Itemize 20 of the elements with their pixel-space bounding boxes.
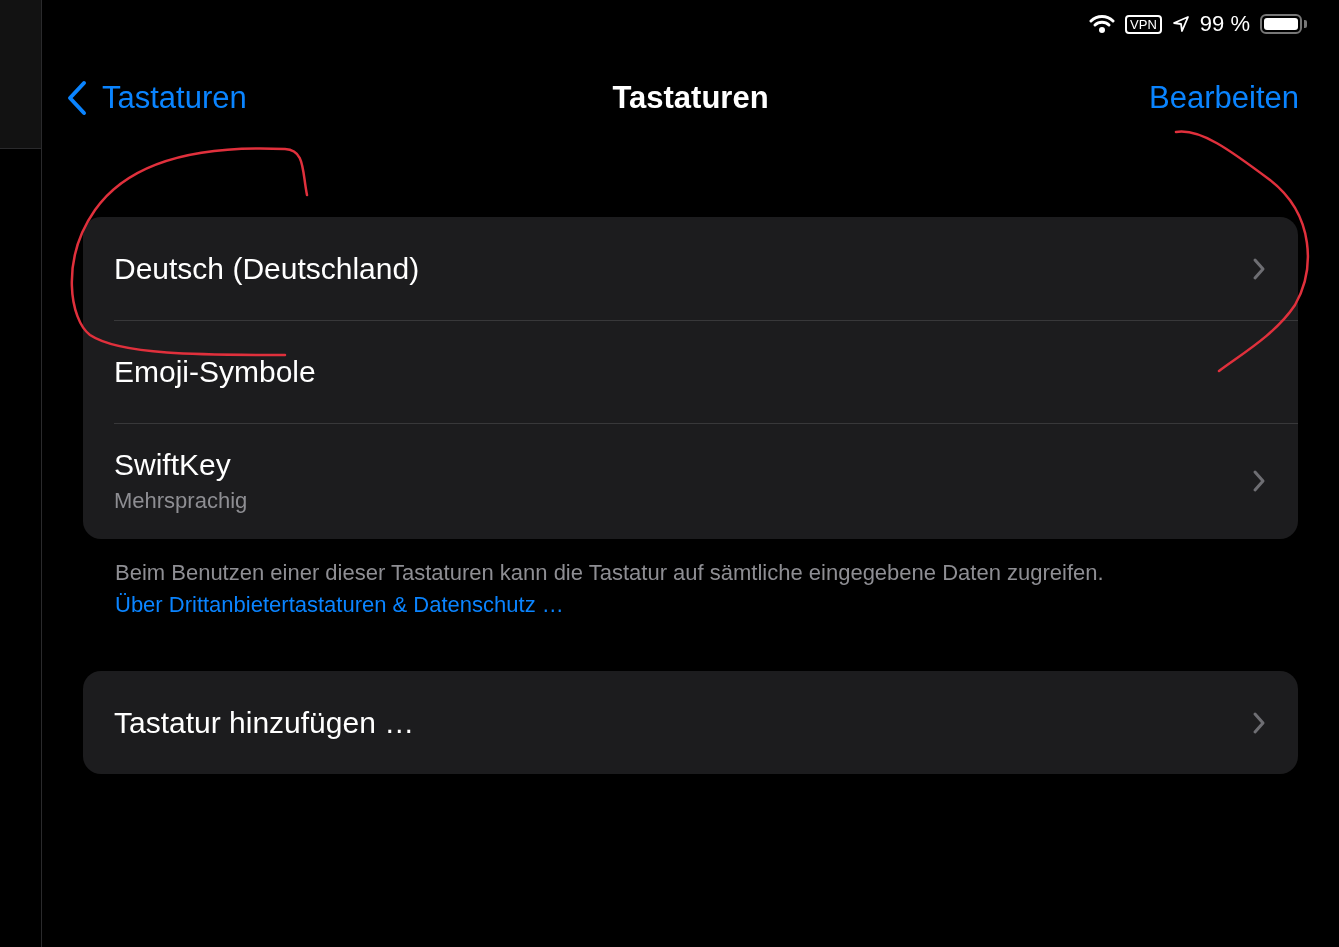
back-button[interactable]: Tastaturen: [66, 80, 247, 116]
wifi-icon: [1089, 14, 1116, 34]
battery-icon: [1260, 14, 1307, 34]
page-title: Tastaturen: [612, 80, 769, 116]
keyboard-name: Emoji-Symbole: [114, 354, 316, 389]
chevron-left-icon: [66, 80, 88, 116]
keyboard-row[interactable]: Deutsch (Deutschland): [83, 217, 1298, 320]
privacy-link[interactable]: Über Drittanbietertastaturen & Datenschutz …: [115, 592, 564, 617]
footer-note: Beim Benutzen einer dieser Tastaturen kann die Tastatur auf sämtliche eingegebene Daten zugreifen.: [115, 559, 1105, 587]
keyboard-name: Deutsch (Deutschland): [114, 251, 420, 286]
add-keyboard-row[interactable]: Tastatur hinzufügen …: [83, 671, 1298, 774]
keyboard-subtitle: Mehrsprachig: [114, 488, 248, 514]
battery-percentage: 99 %: [1199, 11, 1250, 37]
keyboard-row[interactable]: SwiftKey Mehrsprachig: [83, 423, 1298, 539]
vpn-indicator: VPN: [1125, 14, 1162, 34]
keyboard-name: SwiftKey: [114, 448, 232, 482]
add-keyboard-label: Tastatur hinzufügen …: [114, 705, 415, 740]
edit-button[interactable]: Bearbeiten: [1149, 80, 1299, 116]
location-arrow-icon: [1171, 15, 1190, 33]
keyboard-row[interactable]: Emoji-Symbole: [83, 320, 1298, 423]
